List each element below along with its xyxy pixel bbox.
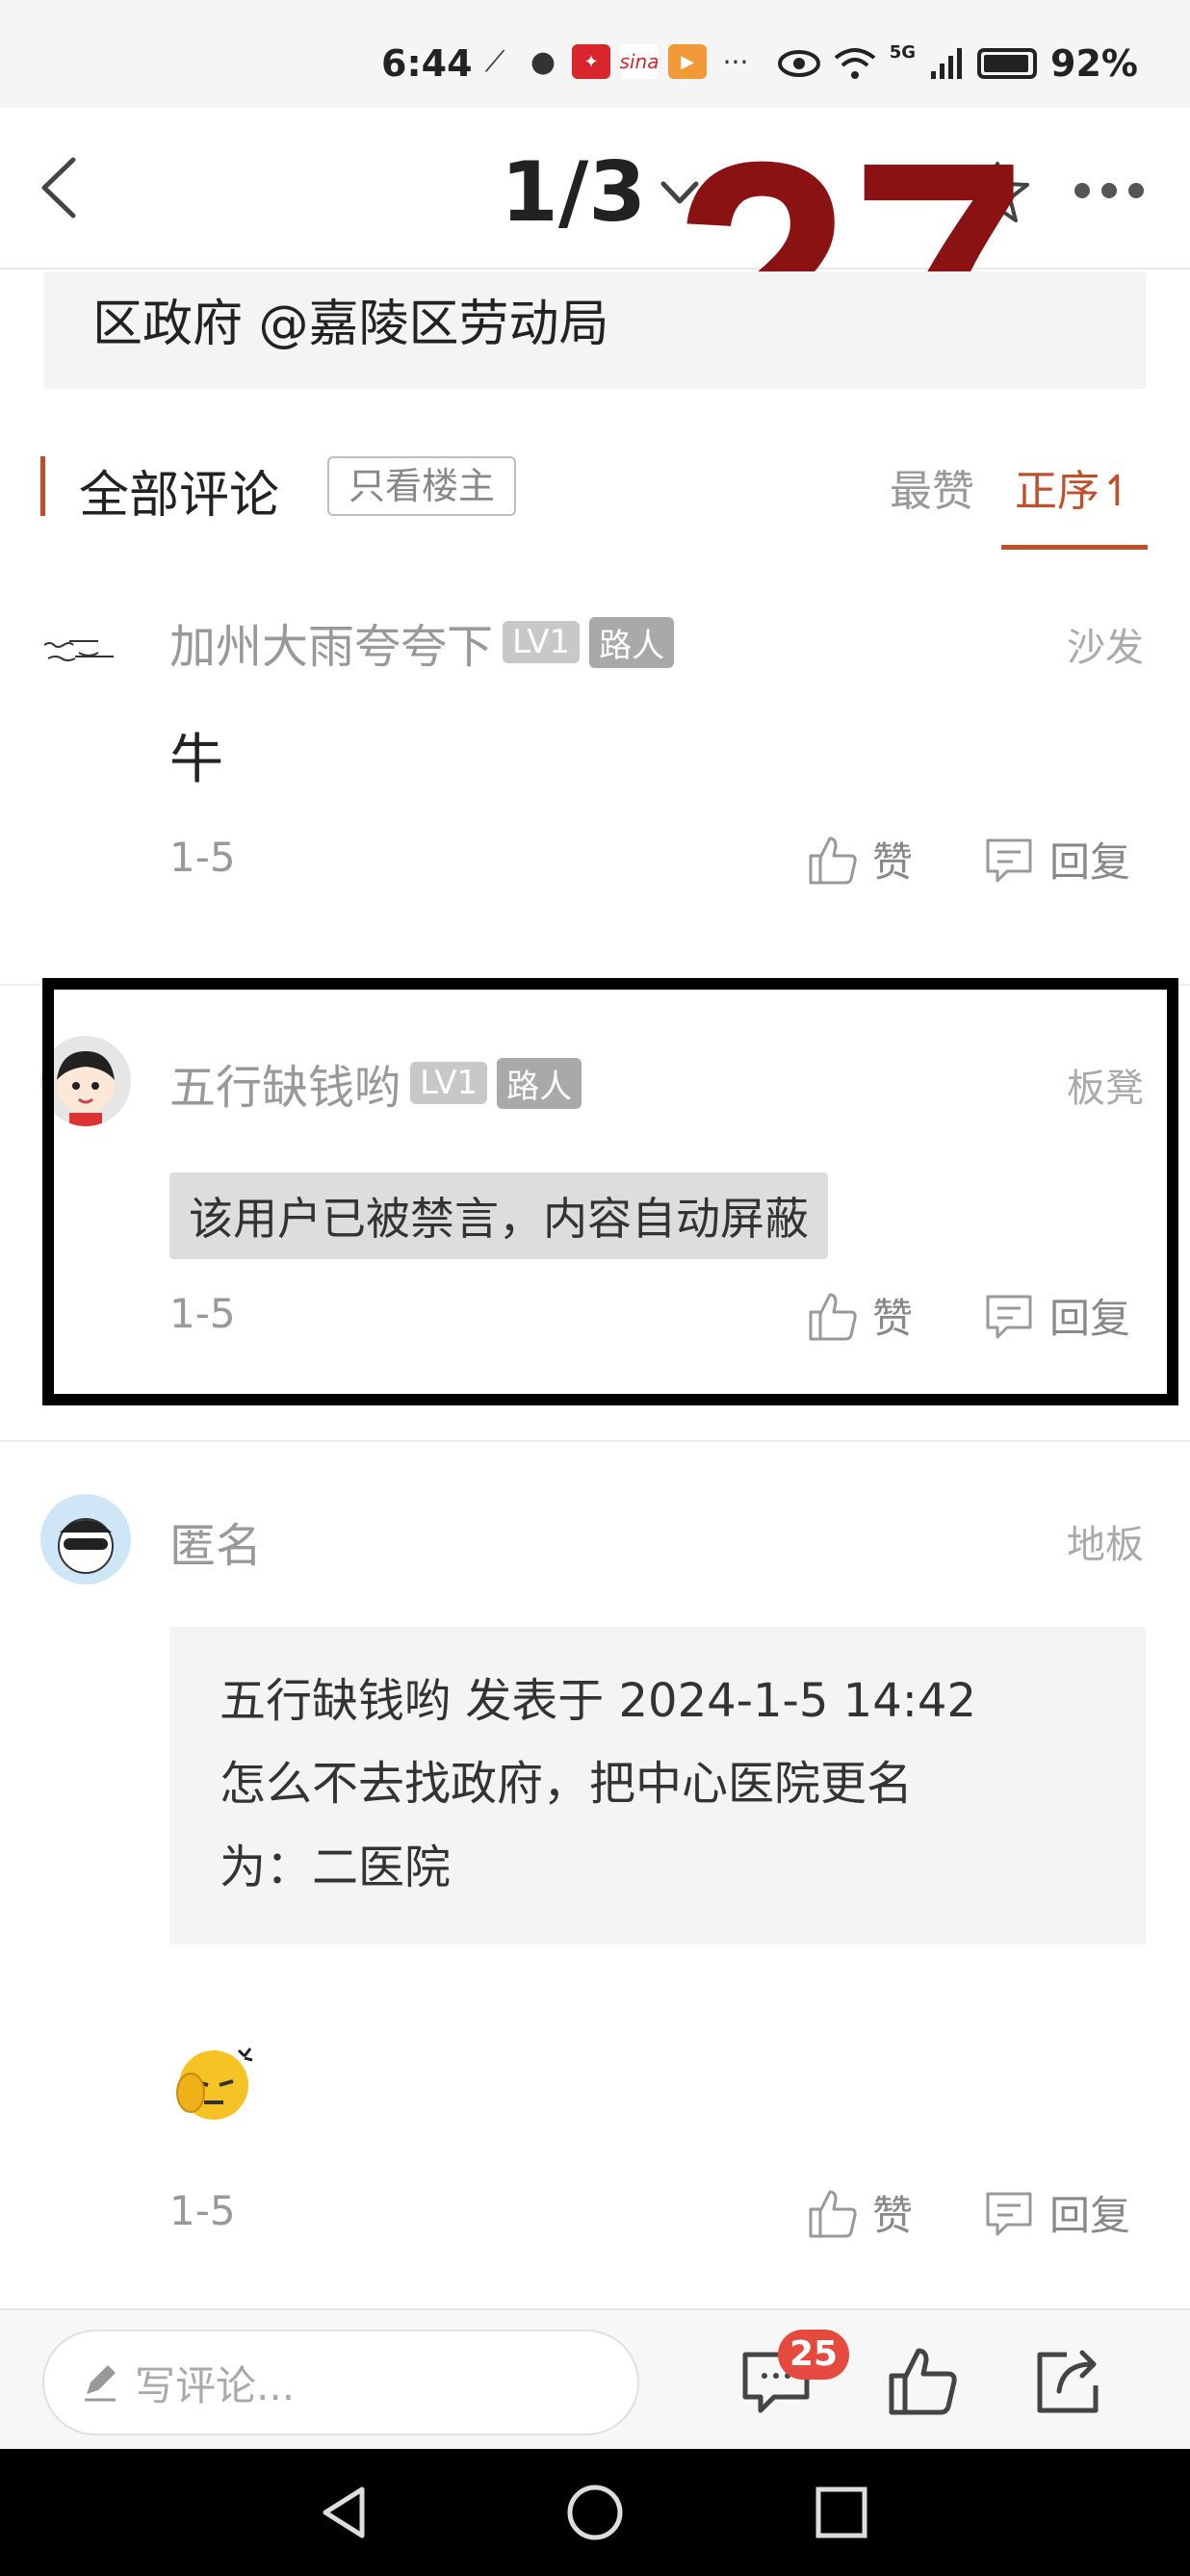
reply-label: 回复: [1049, 2192, 1131, 2239]
comment-author[interactable]: 加州大雨夸夸下 LV1 路人: [169, 608, 675, 676]
floor-label: 地板: [1067, 1523, 1144, 1567]
thumbs-up-icon: [809, 837, 857, 884]
like-label: 赞: [872, 2192, 914, 2239]
link-icon: ⟋: [484, 44, 505, 79]
wechat-icon: ●: [530, 44, 556, 79]
anonymous-avatar-icon: [58, 1518, 114, 1574]
comment-count-badge: 25: [778, 2330, 849, 2380]
role-badge: 路人: [589, 616, 675, 668]
avatar[interactable]: [40, 1494, 131, 1584]
nav-home-icon[interactable]: [564, 2482, 626, 2543]
comment-date: 1-5: [169, 2187, 236, 2234]
username: 匿名: [169, 1519, 263, 1573]
network-type: 5G: [889, 42, 917, 63]
more-options-icon[interactable]: [1074, 183, 1144, 198]
notification-icons: ⟋ ● ✦ sina ▶ ···: [476, 44, 755, 79]
share-icon[interactable]: [1030, 2343, 1107, 2420]
reply-button[interactable]: 回复: [982, 830, 1130, 889]
nav-recents-icon[interactable]: [811, 2482, 872, 2543]
comment-date: 1-5: [169, 834, 236, 881]
status-time: 6:44: [381, 42, 473, 85]
reply-button[interactable]: 回复: [982, 2183, 1130, 2242]
handwriting-avatar-icon: [43, 640, 114, 661]
thumbs-up-icon[interactable]: [884, 2343, 961, 2420]
quote-text: 怎么不去找政府，把中心医院更名: [220, 1757, 914, 1812]
write-comment-input[interactable]: 写评论...: [42, 2330, 639, 2435]
thumbs-up-icon: [809, 2190, 857, 2237]
sort-most-liked-tab[interactable]: 最赞: [890, 456, 974, 518]
page-indicator[interactable]: 1/3: [501, 144, 702, 241]
reply-bubble-icon: [986, 2192, 1032, 2235]
reply-label: 回复: [1049, 838, 1131, 886]
section-accent-bar: [40, 456, 45, 516]
pencil-icon: [85, 2365, 116, 2402]
app-icon: ✦: [572, 44, 610, 79]
status-right: 5G 92%: [777, 42, 1138, 85]
active-tab-indicator: [1001, 545, 1148, 550]
level-badge: LV1: [503, 621, 581, 663]
comment-author[interactable]: 匿名: [169, 1507, 262, 1575]
username: 加州大雨夸夸下: [169, 620, 494, 674]
page-indicator-label: 1/3: [501, 144, 647, 241]
like-button[interactable]: 赞: [805, 2183, 913, 2242]
avatar[interactable]: [40, 605, 131, 695]
nav-back-icon[interactable]: [314, 2482, 375, 2543]
quoted-reply: 五行缺钱哟 发表于 2024-1-5 14:42 怎么不去找政府，把中心医院更名…: [169, 1627, 1146, 1945]
top-nav-bar: 1/3 27: [0, 108, 1190, 432]
facepalm-emoji-icon: [176, 2048, 253, 2120]
divider: [0, 1440, 1190, 1442]
battery-icon: [977, 48, 1038, 79]
like-label: 赞: [872, 838, 914, 886]
battery-level: 92%: [1050, 42, 1138, 85]
more-notifications-icon: ···: [722, 45, 749, 78]
system-nav-bar: [0, 2449, 1190, 2576]
comment-content: 牛: [169, 729, 223, 791]
comment-item: 加州大雨夸夸下 LV1 路人 沙发 牛 1-5 赞 回复: [0, 597, 1190, 982]
back-arrow-icon[interactable]: [29, 154, 96, 221]
status-bar: 6:44 ⟋ ● ✦ sina ▶ ··· 5G 92%: [0, 0, 1190, 108]
sort-chronological-tab[interactable]: 正序↿: [1015, 456, 1135, 518]
comments-header: 全部评论 只看楼主 最赞 正序↿: [0, 443, 1190, 558]
quote-text: 为：二医院: [220, 1840, 452, 1894]
write-comment-placeholder: 写评论...: [135, 2361, 296, 2409]
comments-title: 全部评论: [79, 467, 280, 525]
bottom-action-bar: 写评论... 25: [0, 2308, 1190, 2449]
quote-source: 五行缺钱哟 发表于 2024-1-5 14:42: [220, 1674, 976, 1728]
video-app-icon: ▶: [668, 44, 707, 79]
eye-icon: [777, 50, 820, 77]
floor-label: 沙发: [1067, 626, 1144, 670]
reply-bubble-icon: [986, 838, 1032, 882]
post-excerpt: 区政府 @嘉陵区劳动局: [44, 271, 1146, 389]
only-op-filter-button[interactable]: 只看楼主: [327, 456, 517, 516]
wifi-icon: [834, 48, 875, 79]
highlight-box: [42, 978, 1178, 1405]
weibo-icon: sina: [620, 44, 659, 79]
signal-icon: [931, 48, 963, 79]
like-button[interactable]: 赞: [805, 830, 913, 889]
